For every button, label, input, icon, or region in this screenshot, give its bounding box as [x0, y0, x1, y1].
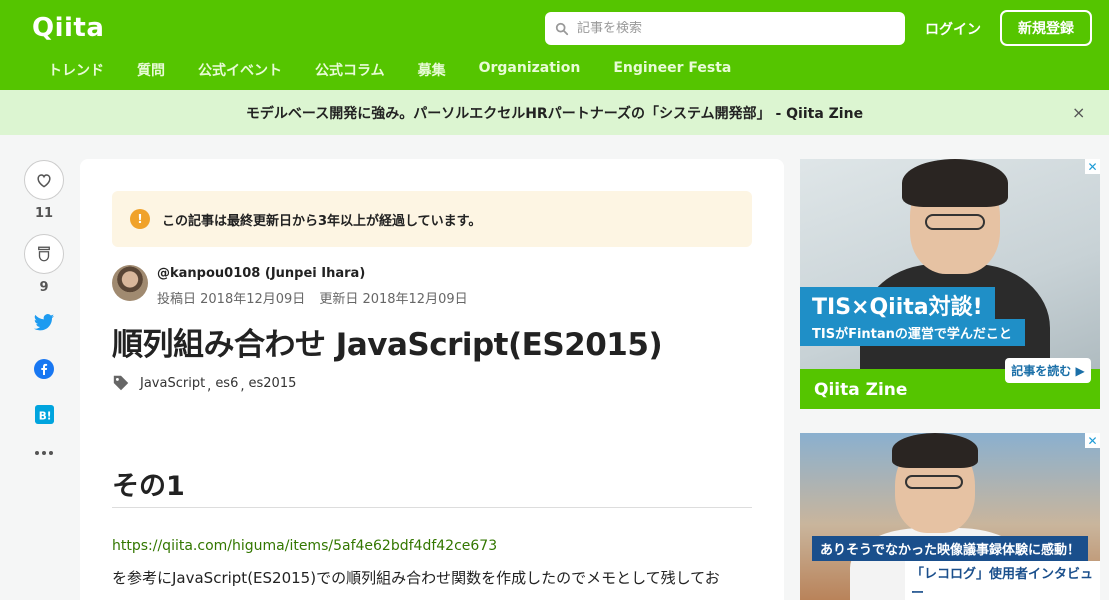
info-icon: !: [130, 209, 150, 229]
article-card: ! この記事は最終更新日から3年以上が経過しています。 @kanpou0108 …: [80, 159, 784, 600]
hatena-share[interactable]: B!: [24, 405, 64, 424]
heart-icon: [37, 174, 51, 188]
search-input[interactable]: [577, 21, 897, 36]
ad-person-hair: [892, 433, 978, 468]
tag-javascript[interactable]: JavaScript: [140, 376, 205, 391]
ad1-read-button[interactable]: 記事を読む ▶: [1005, 358, 1091, 383]
ad1-title: TIS×Qiita対談!: [800, 287, 995, 323]
tag-separator: ,: [240, 378, 245, 394]
ad1-brand: Qiita Zine: [814, 380, 908, 400]
nav-item-recruit[interactable]: 募集: [418, 60, 446, 80]
nav-item-engineer-festa[interactable]: Engineer Festa: [613, 60, 731, 80]
search-icon: [555, 22, 569, 35]
ad2-subtitle: 「レコログ」使用者インタビュー: [905, 561, 1100, 600]
like-button[interactable]: [24, 160, 64, 200]
ad-close-icon[interactable]: ✕: [1085, 159, 1100, 174]
ad-person-glasses: [905, 475, 963, 489]
body-paragraph: を参考にJavaScript(ES2015)での順列組み合わせ関数を作成したので…: [112, 569, 720, 587]
ad1-subtitle: TISがFintanの運営で学んだこと: [800, 319, 1025, 346]
updated-date: 更新日 2018年12月09日: [319, 292, 468, 307]
ad2-title: ありそうでなかった映像議事録体験に感動！: [812, 536, 1089, 561]
notice-text: この記事は最終更新日から3年以上が経過しています。: [162, 213, 482, 229]
author-name[interactable]: @kanpou0108 (Junpei Ihara): [157, 266, 365, 281]
ellipsis-icon: [35, 451, 53, 455]
login-link[interactable]: ログイン: [925, 19, 981, 39]
more-options[interactable]: [24, 450, 64, 456]
like-count: 11: [34, 206, 54, 221]
stock-button[interactable]: [24, 234, 64, 274]
nav-item-official-column[interactable]: 公式コラム: [315, 60, 385, 80]
svg-text:B!: B!: [38, 410, 51, 422]
stock-count: 9: [39, 280, 49, 295]
nav-item-organization[interactable]: Organization: [479, 60, 581, 80]
search-box[interactable]: [545, 12, 905, 45]
article-dates: 投稿日 2018年12月09日 更新日 2018年12月09日: [157, 288, 468, 307]
global-nav: トレンド 質問 公式イベント 公式コラム 募集 Organization Eng…: [32, 60, 748, 80]
tag-separator: ,: [207, 378, 212, 394]
ad-person-glasses: [925, 214, 985, 230]
tag-es6[interactable]: es6: [215, 376, 238, 391]
twitter-icon: [33, 314, 55, 331]
ad-close-icon[interactable]: ✕: [1085, 433, 1100, 448]
stock-icon: [38, 246, 50, 262]
nav-item-official-event[interactable]: 公式イベント: [198, 60, 282, 80]
close-icon[interactable]: ×: [1072, 103, 1085, 122]
tag-es2015[interactable]: es2015: [249, 376, 297, 391]
reference-link[interactable]: https://qiita.com/higuma/items/5af4e62bd…: [112, 538, 497, 554]
nav-item-trend[interactable]: トレンド: [48, 60, 104, 80]
header: Qiita ログイン 新規登録 トレンド 質問 公式イベント 公式コラム 募集 …: [0, 0, 1109, 90]
facebook-share[interactable]: [24, 359, 64, 379]
ad-person-hair: [902, 159, 1008, 207]
signup-button[interactable]: 新規登録: [1000, 10, 1092, 46]
old-article-notice: ! この記事は最終更新日から3年以上が経過しています。: [112, 191, 752, 247]
tag-icon: [113, 375, 129, 391]
article-title: 順列組み合わせ JavaScript(ES2015): [112, 327, 663, 363]
heading-divider: [112, 507, 752, 508]
ad-banner-tis[interactable]: TIS×Qiita対談! TISがFintanの運営で学んだこと Qiita Z…: [800, 159, 1100, 409]
facebook-icon: [34, 359, 54, 379]
promo-banner-link[interactable]: モデルベース開発に強み。パーソルエクセルHRパートナーズの「システム開発部」 -…: [246, 103, 863, 123]
ad-banner-recolog[interactable]: ありそうでなかった映像議事録体験に感動！ 「レコログ」使用者インタビュー ✕: [800, 433, 1100, 600]
promo-banner: モデルベース開発に強み。パーソルエクセルHRパートナーズの「システム開発部」 -…: [0, 90, 1109, 135]
tag-list: JavaScript, es6, es2015: [112, 374, 297, 394]
article-actions: 11 9 B!: [24, 160, 64, 456]
nav-item-question[interactable]: 質問: [137, 60, 165, 80]
section-heading: その1: [112, 471, 185, 502]
hatena-bookmark-icon: B!: [34, 405, 54, 424]
avatar[interactable]: [112, 265, 148, 301]
posted-date: 投稿日 2018年12月09日: [157, 292, 306, 307]
twitter-share[interactable]: [24, 313, 64, 333]
qiita-logo[interactable]: Qiita: [32, 13, 104, 43]
